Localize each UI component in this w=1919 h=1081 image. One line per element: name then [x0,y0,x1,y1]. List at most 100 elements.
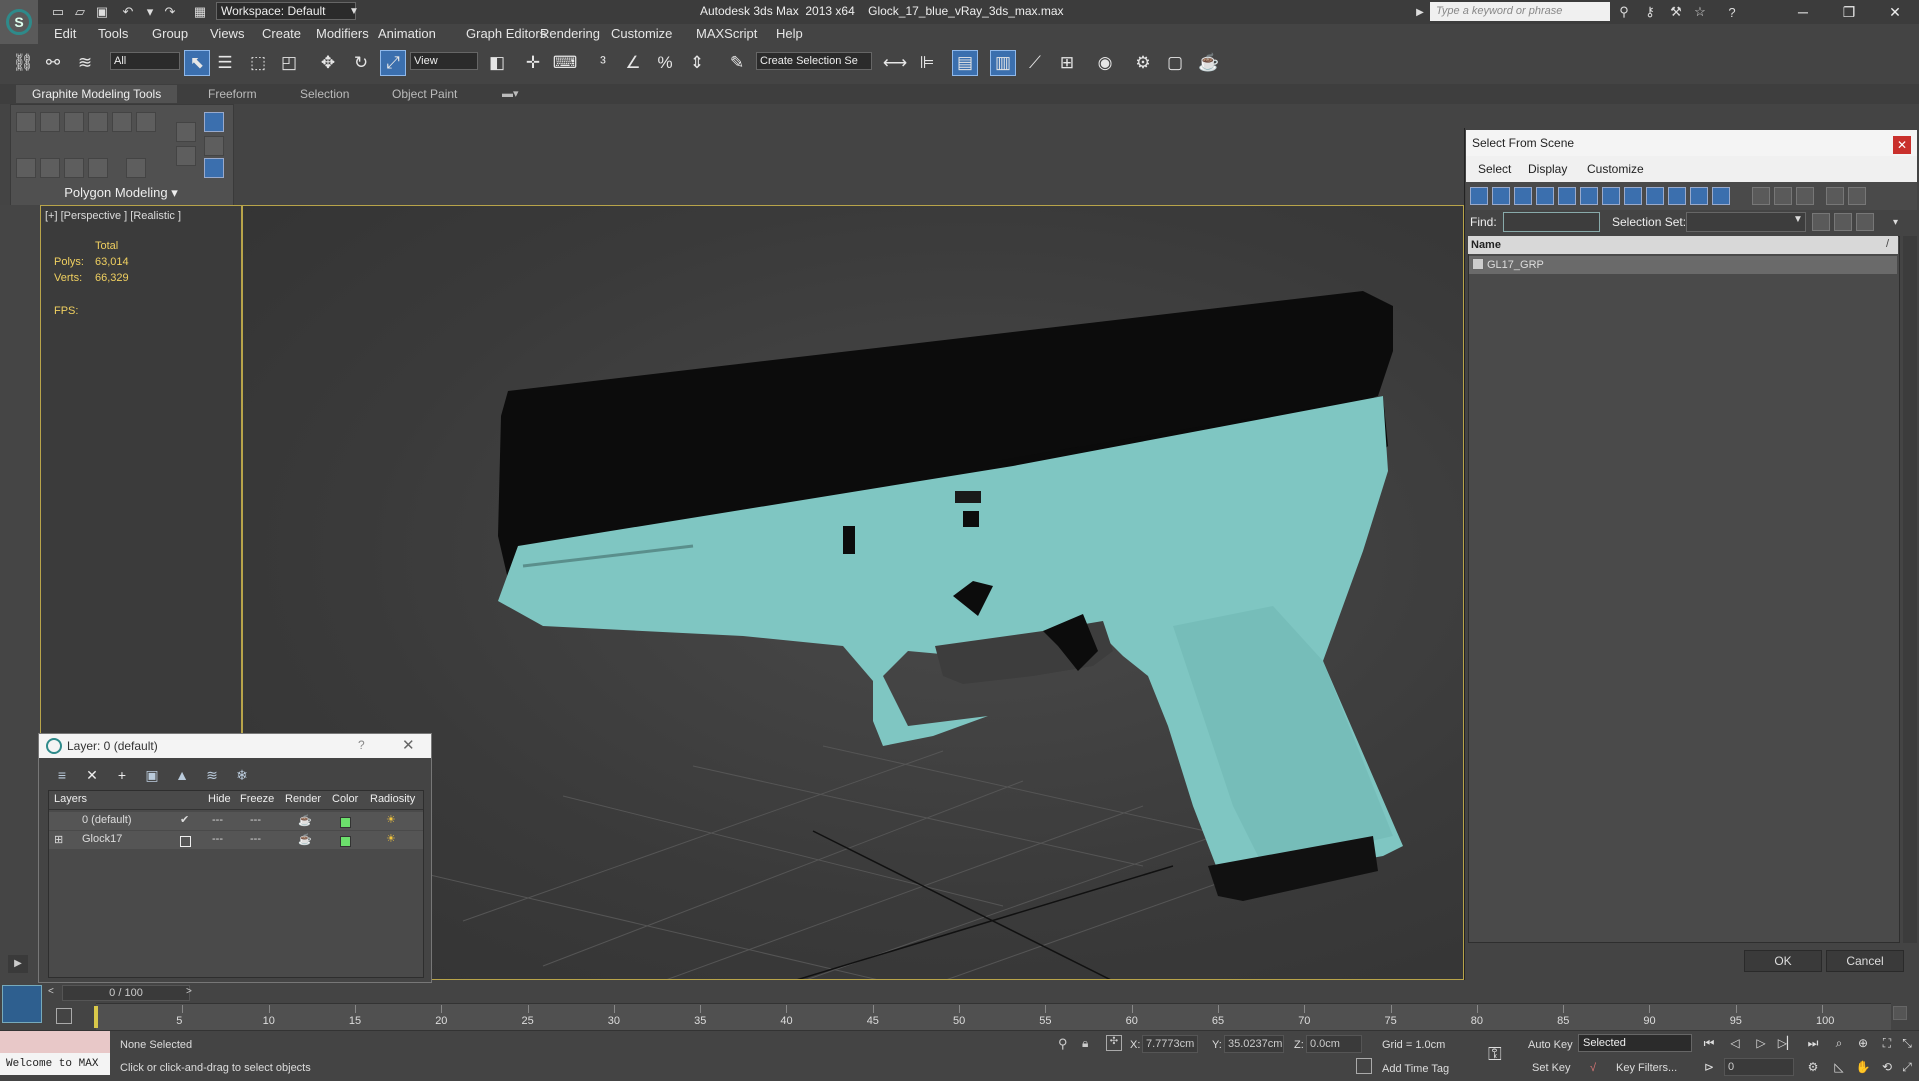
ribbon-options-icon[interactable]: ▬▾ [502,87,519,100]
display-xrefs-icon[interactable] [1624,187,1642,205]
menu-graph-editors[interactable]: Graph Editors [466,26,546,41]
quickslice-icon[interactable] [126,158,146,178]
timeline-track[interactable] [96,1003,1891,1030]
delete-selection-set-icon[interactable] [1856,213,1874,231]
menu-rendering[interactable]: Rendering [540,26,600,41]
key-mode-dropdown[interactable]: Selected [1578,1034,1692,1052]
y-coordinate-field[interactable]: 35.0237cm [1224,1035,1284,1053]
select-by-name-icon[interactable]: ☰ [212,50,238,76]
find-input[interactable] [1503,212,1600,232]
menu-group[interactable]: Group [152,26,188,41]
window-crossing-icon[interactable]: ◰ [276,50,302,76]
options-chevron-icon[interactable]: ▾ [1893,217,1898,228]
select-and-move-icon[interactable]: ✥ [315,50,341,76]
render-setup-icon[interactable]: ⚙ [1130,50,1156,76]
select-and-link-icon[interactable]: ⛓ [10,50,36,76]
render-teapot-icon[interactable]: ☕ [298,833,312,846]
mirror-icon[interactable]: ⟷ [882,50,908,76]
reference-coordinate-dropdown[interactable]: View [410,52,478,70]
project-folder-icon[interactable]: ▦ [190,2,210,22]
next-frame-icon[interactable]: ▷▏ [1778,1034,1796,1052]
unlink-icon[interactable]: ⚯ [40,50,66,76]
menu-animation[interactable]: Animation [378,26,436,41]
search-expand-icon[interactable]: ▶ [1410,2,1430,22]
maximize-viewport-icon[interactable]: ⤢ [1898,1058,1916,1076]
previous-frame-icon[interactable]: ◁ [1726,1034,1744,1052]
time-slider[interactable]: 0 / 100 [62,985,190,1001]
percent-snap-icon[interactable]: % [652,50,678,76]
display-none-icon[interactable] [1774,187,1792,205]
edge-mode-icon[interactable] [40,112,60,132]
orbit-icon[interactable]: ⟲ [1878,1058,1896,1076]
menu-modifiers[interactable]: Modifiers [316,26,369,41]
menu-views[interactable]: Views [210,26,244,41]
filter-icon[interactable] [1826,187,1844,205]
zoom-extents-all-icon[interactable]: ⤡ [1898,1034,1916,1052]
polygon-modeling-dropdown[interactable]: Polygon Modeling ▾ [10,185,232,201]
zoom-all-icon[interactable]: ⊕ [1854,1034,1872,1052]
key-filters-button[interactable]: Key Filters... [1616,1062,1677,1074]
display-bones-icon[interactable] [1646,187,1664,205]
align-icon[interactable]: ⊫ [914,50,940,76]
menu-tools[interactable]: Tools [98,26,128,41]
menu-customize[interactable]: Customize [611,26,672,41]
list-item[interactable]: GL17_GRP [1469,256,1897,274]
time-marker[interactable] [94,1006,98,1028]
time-tag-icon[interactable] [1356,1058,1372,1074]
display-geometry-icon[interactable] [1470,187,1488,205]
subscription-key-icon[interactable]: ⚷ [1640,2,1660,22]
layer-color-swatch[interactable] [340,836,351,847]
display-space-warps-icon[interactable] [1580,187,1598,205]
select-and-scale-icon[interactable]: ⤢ [380,50,406,76]
maxscript-listener-strip[interactable] [0,1031,110,1053]
hide-toggle[interactable]: --- [212,833,223,845]
tab-object-paint[interactable]: Object Paint [392,87,457,101]
active-layer-check-icon[interactable]: ✔ [180,813,189,826]
column-header-radiosity[interactable]: Radiosity [370,793,415,805]
close-icon[interactable]: ✕ [1893,136,1911,154]
time-configuration-icon[interactable]: ⚙ [1804,1058,1822,1076]
select-and-manipulate-icon[interactable]: ✛ [520,50,546,76]
redo-icon[interactable]: ↷ [160,2,180,22]
schematic-view-icon[interactable]: ⊞ [1054,50,1080,76]
edit-selection-set-icon[interactable] [1834,213,1852,231]
isolate-icon[interactable]: ⚲ [1058,1036,1068,1052]
render-production-icon[interactable]: ☕ [1196,50,1222,76]
key-mode-toggle-icon[interactable]: ⊳ [1700,1058,1718,1076]
column-header-color[interactable]: Color [332,793,358,805]
ok-button[interactable]: OK [1744,950,1822,972]
sfs-menu-customize[interactable]: Customize [1587,162,1644,176]
rendered-frame-window-icon[interactable]: ▢ [1162,50,1188,76]
highlight-layer-icon[interactable]: ▲ [172,766,192,784]
viewport-label-menu[interactable]: [+] [Perspective ] [Realistic ] [45,210,181,222]
select-object-icon[interactable]: ⬉ [184,50,210,76]
close-window-icon[interactable]: ✕ [1872,0,1918,24]
favorites-star-icon[interactable]: ☆ [1690,2,1710,22]
timeline-end-icon[interactable] [1893,1006,1907,1020]
minimize-icon[interactable]: ─ [1780,0,1826,24]
delete-layer-icon[interactable]: ✕ [82,766,102,784]
save-file-icon[interactable]: ▣ [92,2,112,22]
chevron-down-icon[interactable]: ▼ [1793,214,1803,225]
menu-edit[interactable]: Edit [54,26,76,41]
display-invert-icon[interactable] [1796,187,1814,205]
element-mode-icon[interactable] [112,112,132,132]
selection-set-dropdown[interactable] [1686,212,1806,232]
workspace-chevron-down-icon[interactable]: ▼ [344,1,364,21]
tab-selection[interactable]: Selection [300,87,349,101]
angle-snap-icon[interactable]: ∠ [620,50,646,76]
set-key-button[interactable]: Set Key [1532,1062,1571,1074]
layer-color-swatch[interactable] [340,817,351,828]
select-and-rotate-icon[interactable]: ↻ [348,50,374,76]
display-shapes-icon[interactable] [1492,187,1510,205]
display-all-icon[interactable] [1752,187,1770,205]
current-frame-field[interactable]: 0 [1724,1058,1794,1076]
select-in-layer-icon[interactable]: ▣ [142,766,162,784]
pivot-center-icon[interactable]: ◧ [484,50,510,76]
spinner-snap-icon[interactable]: ⇕ [684,50,710,76]
sfs-menu-display[interactable]: Display [1528,162,1567,176]
display-cameras-icon[interactable] [1536,187,1554,205]
keyboard-shortcut-toggle-icon[interactable]: ⌨ [552,50,578,76]
maxscript-mini-listener[interactable]: Welcome to MAX [0,1053,110,1075]
next-modifier-icon[interactable] [176,146,196,166]
